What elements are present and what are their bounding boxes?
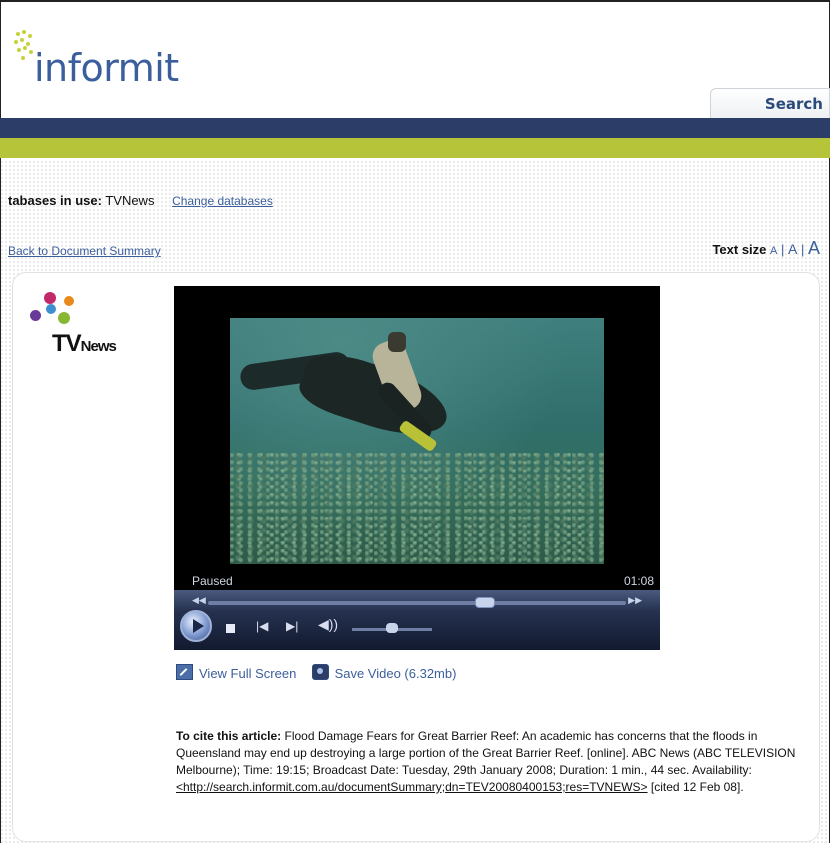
stop-button[interactable] (226, 624, 235, 633)
video-frame[interactable] (230, 318, 604, 564)
reef-floor (230, 453, 604, 564)
databases-in-use: tabases in use: TVNews Change databases (8, 193, 273, 208)
logo-text: informit (34, 46, 179, 90)
citation-cited: [cited 12 Feb 08]. (650, 780, 744, 794)
previous-icon[interactable]: |◀ (256, 620, 268, 632)
tab-search[interactable]: Search (710, 88, 830, 118)
tvnews-logo-tv: TV (52, 330, 82, 357)
save-video-icon (311, 664, 329, 680)
full-screen-icon (176, 664, 193, 680)
change-databases-link[interactable]: Change databases (172, 194, 273, 208)
text-size-medium-button[interactable]: A (788, 241, 797, 257)
fast-forward-icon[interactable]: ▶▶ (628, 595, 642, 606)
video-actions: View Full Screen Save Video (6.32mb) (176, 664, 456, 681)
citation-url[interactable]: <http://search.informit.com.au/documentS… (176, 780, 648, 794)
play-button[interactable] (180, 610, 212, 642)
player-controls: ◀◀ ▶▶ |◀ ▶| ◀)) (174, 590, 660, 650)
back-to-document-summary-link[interactable]: Back to Document Summary (8, 244, 161, 258)
playback-status: Paused (192, 574, 233, 588)
databases-label: tabases in use: (8, 193, 102, 208)
databases-value: TVNews (105, 193, 155, 208)
save-video-label: Save Video (6.32mb) (334, 666, 457, 681)
tvnews-logo-news: News (80, 338, 117, 355)
tab-search-label: Search (764, 95, 823, 113)
video-player[interactable]: Paused 01:08 ◀◀ ▶▶ |◀ ▶| ◀)) (174, 286, 660, 650)
text-size-small-button[interactable]: A (770, 245, 777, 257)
rewind-icon[interactable]: ◀◀ (192, 595, 206, 606)
text-size-control: Text size A | A | A (712, 238, 820, 258)
text-size-label: Text size (712, 242, 767, 257)
header-lime-band (0, 138, 830, 158)
seek-bar[interactable] (208, 601, 626, 605)
save-video-button[interactable]: Save Video (6.32mb) (311, 664, 457, 681)
tvnews-logo: TVNews (20, 290, 150, 360)
diver-valve (388, 332, 406, 352)
citation: To cite this article: Flood Damage Fears… (176, 728, 816, 796)
citation-label: To cite this article: (176, 729, 282, 743)
volume-thumb[interactable] (386, 623, 398, 633)
playback-time: 01:08 (623, 574, 654, 588)
volume-icon[interactable]: ◀)) (318, 617, 338, 631)
header-navy-band (0, 118, 830, 138)
next-icon[interactable]: ▶| (286, 620, 298, 632)
text-size-large-button[interactable]: A (808, 238, 820, 258)
view-full-screen-button[interactable]: View Full Screen (176, 664, 297, 681)
view-full-screen-label: View Full Screen (199, 666, 297, 681)
seek-thumb[interactable] (474, 597, 495, 608)
